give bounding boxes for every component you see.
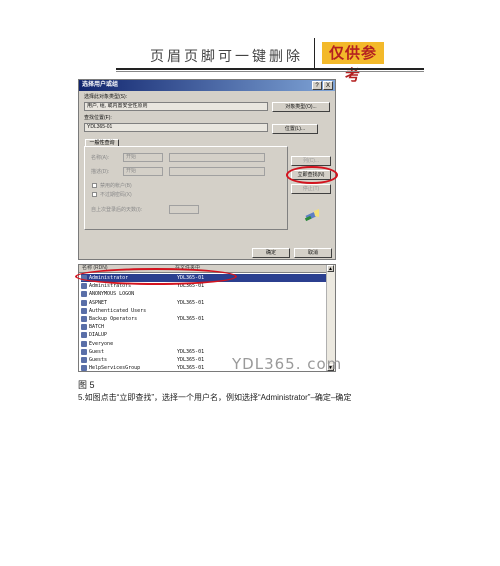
disabled-accounts-checkbox[interactable] <box>92 183 97 188</box>
columns-button[interactable]: 列(C)... <box>291 156 331 166</box>
table-row[interactable]: ASPNET YDL365-01 <box>81 299 327 307</box>
row-name: Guests <box>89 357 108 363</box>
row-name: Backup Operators <box>89 316 138 322</box>
row-name: DIALUP <box>89 332 108 339</box>
header-rule <box>116 68 424 70</box>
instruction-text: 5.如图点击“立即查找”，选择一个用户名，例如选择“Administrator”… <box>78 393 352 402</box>
name-label: 名称(A): <box>91 155 110 161</box>
common-queries-panel: 名称(A): 开始 描述(D): 开始 禁用的帐户(B) 不过期密码(X) 自上… <box>84 146 288 230</box>
user-icon <box>81 291 87 298</box>
row-name: ANONYMOUS LOGON <box>89 291 135 298</box>
object-type-label: 选择此对象类型(S): <box>84 94 128 100</box>
user-icon <box>81 324 87 331</box>
row-name: ASPNET <box>89 299 108 306</box>
table-row[interactable]: BATCH <box>81 323 327 331</box>
table-row[interactable]: Authenticated Users <box>81 307 327 315</box>
disabled-accounts-label: 禁用的帐户(B) <box>100 183 132 189</box>
help-button[interactable]: ? <box>312 81 322 90</box>
days-since-logon-select[interactable] <box>169 205 199 214</box>
user-icon <box>81 307 87 314</box>
reference-badge: 仅供参考 <box>322 42 384 84</box>
close-button[interactable]: X <box>323 81 333 90</box>
nonexpiring-password-checkbox[interactable] <box>92 192 97 197</box>
dialog-titlebar: 选择用户或组 ? X <box>79 80 335 91</box>
nonexpiring-password-label: 不过期密码(X) <box>100 192 132 198</box>
user-icon <box>81 283 87 290</box>
location-label: 查找位置(F): <box>84 115 112 121</box>
row-folder: YDL365-01 <box>177 316 205 322</box>
object-type-field: 用户, 组, 或内置安全性原则 <box>84 102 268 111</box>
user-icon <box>81 348 87 355</box>
row-folder: YDL365-01 <box>177 365 205 372</box>
days-since-logon-label: 自上次登录后的天数(I): <box>91 207 143 213</box>
row-folder: YDL365-01 <box>177 357 205 363</box>
name-mode-select[interactable]: 开始 <box>123 153 163 162</box>
row-name: Everyone <box>89 340 114 347</box>
cancel-button[interactable]: 取消 <box>294 248 332 258</box>
description-mode-select[interactable]: 开始 <box>123 167 163 176</box>
ok-button[interactable]: 确定 <box>252 248 290 258</box>
row-name: BATCH <box>89 324 105 331</box>
name-input[interactable] <box>169 153 265 162</box>
administrator-highlight <box>75 268 237 285</box>
figure-caption: 图 5 <box>78 380 95 390</box>
row-name: Authenticated Users <box>89 307 147 314</box>
stop-button[interactable]: 停止(T) <box>291 184 331 194</box>
user-icon <box>81 340 87 347</box>
table-row[interactable]: Everyone <box>81 340 327 348</box>
description-label: 描述(D): <box>91 169 110 175</box>
watermark: YDL365. com <box>232 355 343 373</box>
object-types-button[interactable]: 对象类型(O)... <box>272 102 330 112</box>
location-field: YDL365-01 <box>84 123 268 132</box>
table-row[interactable]: ANONYMOUS LOGON <box>81 290 327 298</box>
search-flashlight-icon <box>304 209 319 222</box>
user-icon <box>81 316 87 322</box>
table-row[interactable]: DIALUP <box>81 331 327 339</box>
row-folder: YDL365-01 <box>177 299 205 306</box>
table-row[interactable]: Backup Operators YDL365-01 <box>81 315 327 323</box>
row-name: HelpServicesGroup <box>89 365 141 372</box>
header-separator <box>314 38 315 68</box>
find-now-highlight <box>286 166 338 184</box>
scroll-up-arrow-icon[interactable]: ▲ <box>327 265 334 272</box>
user-icon <box>81 299 87 306</box>
row-folder: YDL365-01 <box>177 348 205 355</box>
header-rule-thin <box>116 71 424 72</box>
page-header-text: 页眉页脚可一键删除 <box>150 49 303 65</box>
description-input[interactable] <box>169 167 265 176</box>
user-icon <box>81 332 87 339</box>
row-name: Guest <box>89 348 105 355</box>
dialog-title: 选择用户或组 <box>82 82 119 88</box>
locations-button[interactable]: 位置(L)... <box>272 124 318 134</box>
user-icon <box>81 357 87 363</box>
user-icon <box>81 365 87 371</box>
